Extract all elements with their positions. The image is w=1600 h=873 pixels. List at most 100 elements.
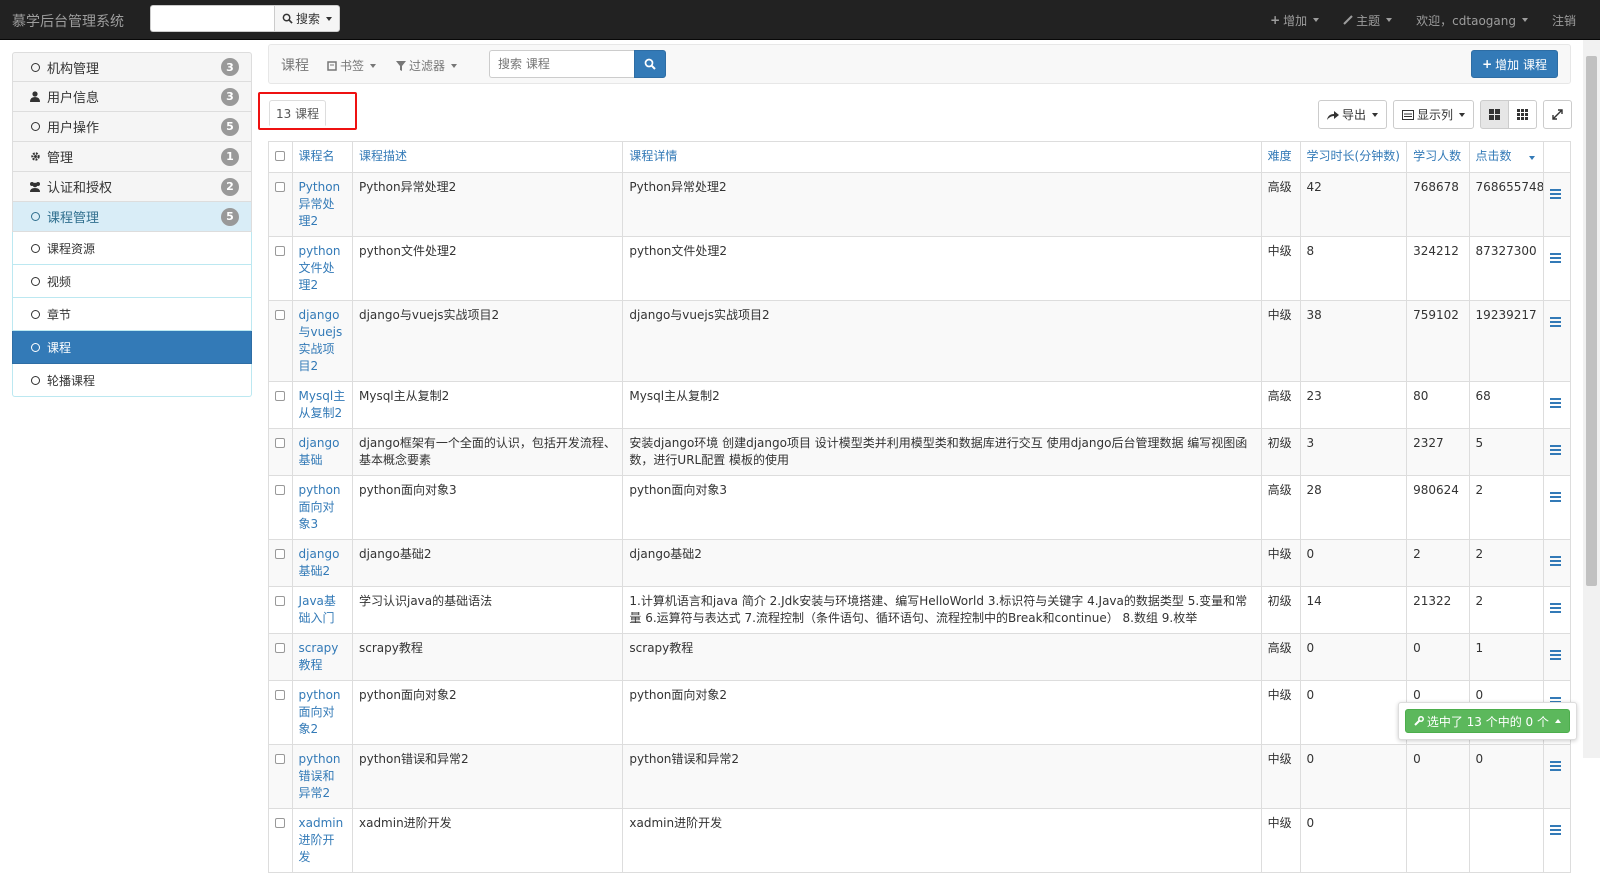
row-select-cell[interactable]	[268, 172, 293, 237]
column-header[interactable]: 学习时长(分钟数)	[1299, 141, 1408, 173]
row-select-cell[interactable]	[268, 586, 293, 634]
list-icon[interactable]	[1550, 492, 1562, 502]
row-detail-cell[interactable]	[1543, 633, 1571, 681]
select-all-cell[interactable]	[268, 141, 293, 173]
table-row[interactable]: django基础 django框架有一个全面的认识，包括开发流程、基本概念要素 安装…	[268, 428, 1571, 476]
table-row[interactable]: Mysql主从复制2 Mysql主从复制2 Mysql主从复制2 高级 23 80 68	[268, 381, 1571, 429]
sidebar-item-user-info[interactable]: 用户信息 3	[12, 82, 252, 112]
export-button[interactable]: 导出	[1317, 100, 1387, 129]
row-detail-cell[interactable]	[1543, 808, 1571, 873]
list-icon[interactable]	[1550, 761, 1562, 771]
course-name-cell[interactable]: django基础	[291, 428, 353, 476]
table-row[interactable]: python面向对象3 python面向对象3 python面向对象3 高级 28 980…	[268, 475, 1571, 540]
table-row[interactable]: django基础2 django基础2 django基础2 中级 0 2 2	[268, 539, 1571, 587]
course-name-cell[interactable]: xadmin进阶开发	[291, 808, 353, 873]
row-select-cell[interactable]	[268, 428, 293, 476]
column-header-sorted[interactable]: 点击数	[1468, 141, 1545, 173]
course-name-cell[interactable]: python面向对象3	[291, 475, 353, 540]
page-scrollbar[interactable]	[1583, 40, 1600, 758]
row-checkbox[interactable]	[275, 818, 285, 828]
column-header[interactable]: 学习人数	[1406, 141, 1470, 173]
table-row[interactable]: python错误和异常2 python错误和异常2 python错误和异常2 中级 0 0…	[268, 744, 1571, 809]
column-header[interactable]: 课程详情	[622, 141, 1262, 173]
row-select-cell[interactable]	[268, 300, 293, 382]
row-checkbox[interactable]	[275, 182, 285, 192]
page-title[interactable]: 课程	[281, 55, 309, 75]
course-search-input[interactable]	[489, 50, 634, 78]
list-icon[interactable]	[1550, 825, 1562, 835]
list-icon[interactable]	[1550, 253, 1562, 263]
course-name-cell[interactable]: python错误和异常2	[291, 744, 353, 809]
row-detail-cell[interactable]	[1543, 475, 1571, 540]
list-icon[interactable]	[1550, 189, 1562, 199]
row-detail-cell[interactable]	[1543, 236, 1571, 301]
row-checkbox[interactable]	[275, 754, 285, 764]
sidebar-subitem-course[interactable]: 课程	[12, 331, 252, 364]
row-checkbox[interactable]	[275, 596, 285, 606]
course-name-cell[interactable]: django与vuejs实战项目2	[291, 300, 353, 382]
course-name-cell[interactable]: scrapy教程	[291, 633, 353, 681]
row-checkbox[interactable]	[275, 549, 285, 559]
row-select-cell[interactable]	[268, 236, 293, 301]
columns-button[interactable]: 显示列	[1392, 100, 1474, 129]
row-select-cell[interactable]	[268, 808, 293, 873]
list-icon[interactable]	[1550, 603, 1562, 613]
table-row[interactable]: python文件处理2 python文件处理2 python文件处理2 中级 8 3242…	[268, 236, 1571, 301]
row-select-cell[interactable]	[268, 744, 293, 809]
grid-view-button[interactable]	[1480, 100, 1509, 129]
sidebar-item-user-ops[interactable]: 用户操作 5	[12, 112, 252, 142]
table-row[interactable]: django与vuejs实战项目2 django与vuejs实战项目2 django…	[268, 300, 1571, 382]
table-row[interactable]: xadmin进阶开发 xadmin进阶开发 xadmin进阶开发 中级 0	[268, 808, 1571, 873]
list-icon[interactable]	[1550, 398, 1562, 408]
row-checkbox[interactable]	[275, 643, 285, 653]
sidebar-item-manage[interactable]: 管理 1	[12, 142, 252, 172]
course-search-button[interactable]	[634, 50, 666, 78]
top-search-input[interactable]	[150, 5, 274, 32]
nav-user-menu[interactable]: 欢迎，cdtaogang	[1404, 12, 1540, 29]
column-header[interactable]: 课程描述	[351, 141, 624, 173]
sidebar-item-org[interactable]: 机构管理 3	[12, 52, 252, 82]
row-checkbox[interactable]	[275, 690, 285, 700]
course-name-cell[interactable]: Mysql主从复制2	[291, 381, 353, 429]
row-select-cell[interactable]	[268, 680, 293, 745]
logout-link[interactable]: 注销	[1540, 12, 1588, 29]
table-row[interactable]: Python异常处理2 Python异常处理2 Python异常处理2 高级 42 768…	[268, 172, 1571, 237]
nav-theme-menu[interactable]: 主题	[1331, 12, 1404, 29]
sidebar-subitem-video[interactable]: 视频	[12, 265, 252, 298]
list-icon[interactable]	[1550, 445, 1562, 455]
add-course-button[interactable]: + 增加 课程	[1471, 50, 1558, 78]
row-select-cell[interactable]	[268, 381, 293, 429]
list-icon[interactable]	[1550, 556, 1562, 566]
top-search-button[interactable]: 搜索	[274, 5, 341, 32]
row-checkbox[interactable]	[275, 438, 285, 448]
row-select-cell[interactable]	[268, 633, 293, 681]
selection-actions-button[interactable]: 选中了 13 个中的 0 个	[1404, 709, 1570, 733]
sidebar-subitem-course-resource[interactable]: 课程资源	[12, 232, 252, 265]
row-checkbox[interactable]	[275, 310, 285, 320]
sidebar-item-course-manage[interactable]: 课程管理 5	[12, 202, 252, 232]
scrollbar-thumb[interactable]	[1586, 56, 1597, 586]
row-checkbox[interactable]	[275, 391, 285, 401]
sidebar-subitem-banner-course[interactable]: 轮播课程	[12, 364, 252, 397]
course-name-cell[interactable]: Python异常处理2	[291, 172, 353, 237]
row-select-cell[interactable]	[268, 539, 293, 587]
table-row[interactable]: scrapy教程 scrapy教程 scrapy教程 高级 0 0 1	[268, 633, 1571, 681]
compact-view-button[interactable]	[1509, 100, 1537, 129]
fullscreen-button[interactable]	[1543, 100, 1572, 129]
row-detail-cell[interactable]	[1543, 172, 1571, 237]
row-detail-cell[interactable]	[1543, 539, 1571, 587]
row-checkbox[interactable]	[275, 246, 285, 256]
row-detail-cell[interactable]	[1543, 428, 1571, 476]
course-name-cell[interactable]: django基础2	[291, 539, 353, 587]
sidebar-subitem-chapter[interactable]: 章节	[12, 298, 252, 331]
brand-title[interactable]: 慕学后台管理系统	[12, 11, 124, 31]
row-checkbox[interactable]	[275, 485, 285, 495]
list-icon[interactable]	[1550, 650, 1562, 660]
column-header[interactable]: 课程名	[291, 141, 353, 173]
row-detail-cell[interactable]	[1543, 381, 1571, 429]
row-detail-cell[interactable]	[1543, 300, 1571, 382]
course-name-cell[interactable]: python文件处理2	[291, 236, 353, 301]
column-header[interactable]: 难度	[1260, 141, 1301, 173]
row-select-cell[interactable]	[268, 475, 293, 540]
nav-add-menu[interactable]: + 增加	[1258, 12, 1331, 29]
